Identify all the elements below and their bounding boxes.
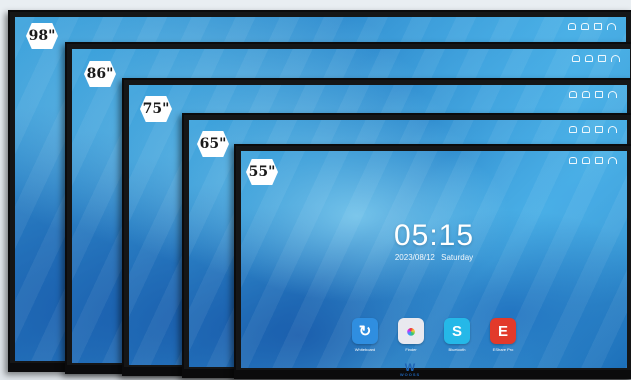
size-badge-75: 75": [140, 96, 172, 122]
hotspot-icon: [569, 157, 577, 164]
network-icon: [582, 157, 590, 164]
wifi-icon: [608, 91, 617, 98]
camera-icon: [595, 91, 603, 98]
display-55-screen: 05:15 2023/08/12 Saturday ↻ Whiteboard ●…: [241, 151, 627, 368]
size-badge-55: 55": [246, 159, 278, 185]
brand-mark: W: [404, 362, 416, 374]
size-badge-86: 86": [84, 61, 116, 87]
wifi-icon: [608, 126, 617, 133]
network-icon: [585, 55, 593, 62]
network-icon: [582, 91, 590, 98]
app-label: Bluetooth: [448, 347, 466, 352]
status-tray: [568, 23, 616, 30]
day-value: Saturday: [441, 253, 474, 262]
app-dock: ↻ Whiteboard ● Finder S Bluetooth E ESha…: [241, 318, 627, 352]
whiteboard-icon[interactable]: ↻: [352, 318, 378, 344]
size-badge-98: 98": [26, 23, 58, 49]
hotspot-icon: [569, 126, 577, 133]
hotspot-icon: [568, 23, 576, 30]
camera-icon: [598, 55, 606, 62]
brand-logo: W WOOSS: [393, 362, 427, 378]
app-whiteboard[interactable]: ↻ Whiteboard: [351, 318, 379, 352]
app-eshare[interactable]: E EShare Pro: [489, 318, 517, 352]
network-icon: [582, 126, 590, 133]
app-finder[interactable]: ● Finder: [397, 318, 425, 352]
app-label: EShare Pro: [492, 347, 514, 352]
eshare-icon[interactable]: E: [490, 318, 516, 344]
finder-glyph: ●: [405, 320, 417, 341]
clock-time: 05:15: [393, 219, 475, 252]
camera-icon: [594, 23, 602, 30]
app-label: Finder: [405, 347, 417, 352]
status-tray: [569, 157, 617, 164]
clock-date: 2023/08/12 Saturday: [241, 253, 627, 262]
brand-wordmark: WOOSS: [399, 372, 421, 377]
app-label: Whiteboard: [354, 347, 376, 352]
wifi-icon: [611, 55, 620, 62]
network-icon: [581, 23, 589, 30]
wifi-icon: [607, 23, 616, 30]
status-tray: [569, 91, 617, 98]
hotspot-icon: [572, 55, 580, 62]
display-55: 05:15 2023/08/12 Saturday ↻ Whiteboard ●…: [234, 144, 631, 379]
bluetooth-share-icon[interactable]: S: [444, 318, 470, 344]
hotspot-icon: [569, 91, 577, 98]
camera-icon: [595, 126, 603, 133]
wifi-icon: [608, 157, 617, 164]
status-tray: [572, 55, 620, 62]
app-bluetooth[interactable]: S Bluetooth: [443, 318, 471, 352]
date-value: 2023/08/12: [394, 253, 435, 262]
status-tray: [569, 126, 617, 133]
finder-icon[interactable]: ●: [398, 318, 424, 344]
camera-icon: [595, 157, 603, 164]
size-badge-65: 65": [197, 131, 229, 157]
